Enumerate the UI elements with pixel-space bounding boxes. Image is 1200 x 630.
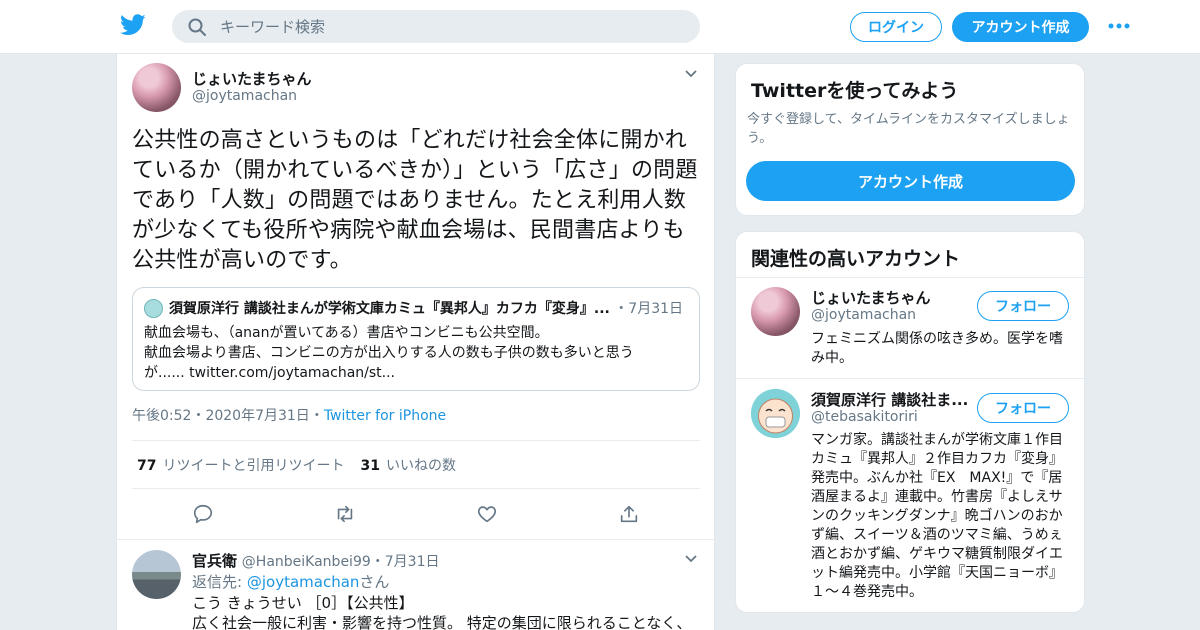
follow-button[interactable]: フォロー: [977, 393, 1069, 423]
quote-author: 須賀原洋行 講談社まんが学術文庫カミュ『異邦人』カフカ『変身』...: [169, 301, 610, 317]
top-bar: ログイン アカウント作成: [0, 0, 1200, 54]
reply-to-handle-link[interactable]: @joytamachan: [247, 573, 360, 591]
tweet-date[interactable]: 2020年7月31日: [205, 408, 309, 424]
reply-to: 返信先: @joytamachanさん: [192, 571, 389, 592]
follow-button[interactable]: フォロー: [977, 291, 1069, 321]
author-handle[interactable]: @joytamachan: [192, 88, 297, 104]
search-input[interactable]: [220, 10, 680, 43]
reply-date[interactable]: 7月31日: [385, 554, 440, 570]
twitter-bird-icon[interactable]: [120, 14, 146, 36]
like-heart-icon[interactable]: [476, 503, 498, 525]
account-bio: フェミニズム関係の呟き多め。医学を嗜み中。: [811, 331, 1063, 366]
reply-author-handle[interactable]: @HanbeiKanbei99: [242, 554, 371, 570]
retweet-stat[interactable]: 77 リツイートと引用リツイート: [137, 458, 344, 474]
tweet-text: 公共性の高さというものは「どれだけ社会全体に開かれているか（開かれているべきか）…: [132, 128, 698, 273]
avatar[interactable]: [751, 389, 800, 438]
signup-card: Twitterを使ってみよう 今すぐ登録して、タイムラインをカスタマイズしましょ…: [735, 63, 1085, 216]
like-label: いいねの数: [385, 458, 456, 474]
reply-body-line: 広く社会一般に利害・影響を持つ性質。 特定の集団に限られることなく、: [192, 614, 692, 630]
quote-avatar: [144, 299, 163, 318]
tweet-meta: 午後0:52・2020年7月31日・Twitter for iPhone: [132, 405, 446, 425]
reply-body-line: こう きょうせい ［0］【公共性】: [192, 594, 414, 612]
meta-separator: ・: [309, 408, 324, 424]
divider: [117, 539, 714, 540]
quoted-tweet[interactable]: 須賀原洋行 講談社まんが学術文庫カミュ『異邦人』カフカ『変身』... ・7月31…: [132, 287, 700, 391]
avatar[interactable]: [132, 63, 181, 112]
avatar[interactable]: [751, 287, 800, 336]
reply-author-name[interactable]: 官兵衛: [192, 552, 237, 570]
avatar[interactable]: [132, 550, 181, 599]
tweet-time[interactable]: 午後0:52: [132, 408, 191, 424]
search-box[interactable]: [172, 10, 700, 43]
like-count: 31: [360, 458, 380, 474]
quote-body: 献血会場も、（ananが置いてある）書店やコンビニも公共空間。 献血会場より書店…: [144, 323, 689, 383]
quote-body-line: 献血会場より書店、コンビニの方が出入りする人の数も子供の数も多いと思う: [144, 345, 634, 361]
retweet-icon[interactable]: [334, 503, 356, 525]
search-icon: [188, 18, 206, 36]
account-handle[interactable]: @joytamachan: [811, 307, 916, 323]
chevron-down-icon[interactable]: [684, 69, 698, 79]
account-name[interactable]: じょいたまちゃん: [811, 287, 971, 308]
share-icon[interactable]: [618, 503, 640, 525]
chevron-down-icon[interactable]: [684, 554, 698, 564]
divider: [736, 277, 1084, 278]
quote-header: 須賀原洋行 講談社まんが学術文庫カミュ『異邦人』カフカ『変身』... ・7月31…: [169, 298, 689, 318]
login-button[interactable]: ログイン: [850, 12, 942, 42]
tweet-source-link[interactable]: Twitter for iPhone: [324, 408, 446, 424]
account-handle[interactable]: @tebasakitoriri: [811, 409, 918, 425]
signup-card-title: Twitterを使ってみよう: [751, 80, 959, 102]
quote-body-line: 献血会場も、（ananが置いてある）書店やコンビニも公共空間。: [144, 325, 549, 341]
account-bio: マンガ家。講談社まんが学術文庫１作目カミュ『異邦人』２作目カフカ『変身』発売中。…: [811, 432, 1063, 600]
divider: [736, 378, 1084, 379]
reply-header: 官兵衛 @HanbeiKanbei99・7月31日: [192, 550, 440, 571]
reply-to-suffix: さん: [359, 573, 390, 591]
author-name[interactable]: じょいたまちゃん: [192, 68, 312, 89]
reply-icon[interactable]: [192, 503, 214, 525]
related-accounts-title: 関連性の高いアカウント: [751, 248, 961, 270]
reply-body: こう きょうせい ［0］【公共性】 広く社会一般に利害・影響を持つ性質。 特定の…: [192, 593, 692, 630]
reply-to-label: 返信先:: [192, 573, 243, 591]
quote-date: 7月31日: [628, 301, 684, 317]
related-accounts-card: 関連性の高いアカウント じょいたまちゃん @joytamachan フォロー フ…: [735, 231, 1085, 613]
tweet-column: じょいたまちゃん @joytamachan 公共性の高さというものは「どれだけ社…: [116, 54, 715, 630]
reply-separator: ・: [370, 554, 385, 570]
signup-card-description: 今すぐ登録して、タイムラインをカスタマイズしましょう。: [747, 112, 1070, 146]
signup-button[interactable]: アカウント作成: [952, 12, 1089, 42]
meta-separator: ・: [191, 408, 206, 424]
quote-body-line: が...... twitter.com/joytamachan/st...: [144, 365, 396, 381]
quote-separator: ・: [614, 301, 629, 317]
divider: [132, 488, 700, 489]
cartoon-face-icon: [751, 389, 800, 438]
more-dots-icon[interactable]: [1108, 22, 1130, 30]
like-stat[interactable]: 31 いいねの数: [360, 458, 455, 474]
divider: [132, 440, 700, 441]
retweet-label: リツイートと引用リツイート: [162, 458, 345, 474]
account-name[interactable]: 須賀原洋行 講談社ま...: [811, 389, 971, 410]
signup-card-button[interactable]: アカウント作成: [746, 161, 1075, 201]
tweet-stats: 77 リツイートと引用リツイート 31 いいねの数: [137, 455, 456, 475]
retweet-count: 77: [137, 458, 157, 474]
